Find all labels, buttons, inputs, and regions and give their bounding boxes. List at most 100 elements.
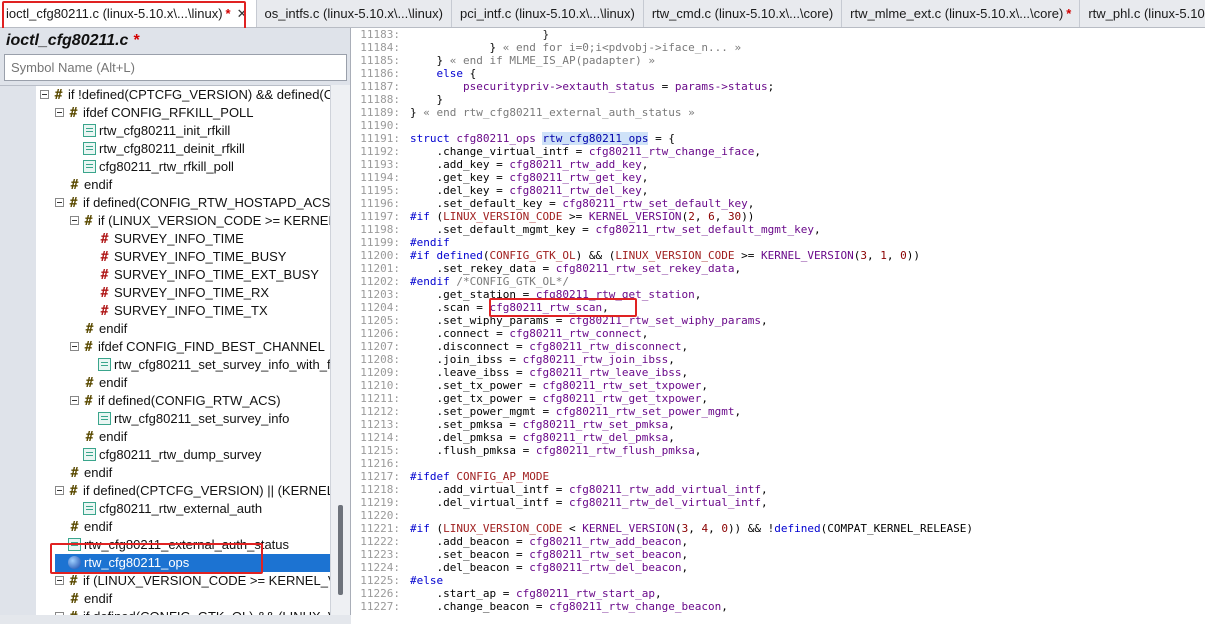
tab-rtw-mlme-ext[interactable]: rtw_mlme_ext.c (linux-5.10.x\...\core) * [842, 0, 1081, 27]
symbol-search-input[interactable] [4, 54, 347, 81]
code-line[interactable]: 11198: .set_default_mgmt_key = cfg80211_… [352, 223, 820, 236]
tree-item[interactable]: # if (LINUX_VERSION_CODE >= KERNEL_VERSIO… [70, 212, 331, 230]
code-line[interactable]: 11184: } « end for i=0;i<pdvobj->iface_n… [352, 41, 741, 54]
code-line[interactable]: 11201: .set_rekey_data = cfg80211_rtw_se… [352, 262, 741, 275]
code-line[interactable]: 11226: .start_ap = cfg80211_rtw_start_ap… [352, 587, 661, 600]
code-line[interactable]: 11192: .change_virtual_intf = cfg80211_r… [352, 145, 761, 158]
scrollbar-thumb[interactable] [338, 505, 343, 595]
tree-item[interactable]: rtw_cfg80211_set_survey_info_with_find_b… [85, 356, 331, 374]
tree-item[interactable]: rtw_cfg80211_set_survey_info [85, 410, 289, 428]
close-icon[interactable]: ✕ [237, 6, 248, 21]
code-line[interactable]: 11224: .del_beacon = cfg80211_rtw_del_be… [352, 561, 688, 574]
tree-item[interactable]: # endif [55, 590, 113, 608]
tree-item[interactable]: # endif [55, 464, 113, 482]
code-line[interactable]: 11212: .set_power_mgmt = cfg80211_rtw_se… [352, 405, 741, 418]
code-line[interactable]: 11188: } [352, 93, 443, 106]
code-line[interactable]: 11219: .del_virtual_intf = cfg80211_rtw_… [352, 496, 767, 509]
code-line[interactable]: 11199: #endif [352, 236, 450, 249]
code-line[interactable]: 11206: .connect = cfg80211_rtw_connect, [352, 327, 648, 340]
tree-item[interactable]: rtw_cfg80211_external_auth_status [55, 536, 289, 554]
code-line[interactable]: 11186: else { [352, 67, 476, 80]
code-line[interactable]: 11222: .add_beacon = cfg80211_rtw_add_be… [352, 535, 688, 548]
tab-rtw-phl[interactable]: rtw_phl.c (linux-5.10.x\...\core) [1080, 0, 1205, 27]
tree-item[interactable]: #if defined(CONFIG_GTK_OL) && (LINUX_VER… [55, 608, 331, 615]
tree-item[interactable]: # if defined(CPTCFG_VERSION) || (KERNEL_V… [55, 482, 331, 500]
tree-item[interactable]: rtw_cfg80211_deinit_rfkill [70, 140, 245, 158]
code-editor[interactable]: 11183: } 11184: } « end for i=0;i<pdvobj-… [352, 28, 1205, 624]
tree-item[interactable]: # SURVEY_INFO_TIME_BUSY [85, 248, 287, 266]
tree-item-label: rtw_cfg80211_ops [84, 555, 190, 570]
code-line[interactable]: 11191: struct cfg80211_ops rtw_cfg80211_o… [352, 132, 675, 145]
tab-rtw-cmd[interactable]: rtw_cmd.c (linux-5.10.x\...\core) [644, 0, 843, 27]
code-line[interactable]: 11189:} « end rtw_cfg80211_external_auth… [352, 106, 695, 119]
code-line[interactable]: 11200: #if defined(CONFIG_GTK_OL) && (LIN… [352, 249, 920, 262]
tab-os-intfs[interactable]: os_intfs.c (linux-5.10.x\...\linux) [257, 0, 452, 27]
code-line[interactable]: 11221: #if (LINUX_VERSION_CODE < KERNEL_V… [352, 522, 973, 535]
collapse-toggle-icon[interactable] [55, 108, 64, 118]
tree-item[interactable]: # SURVEY_INFO_TIME_TX [85, 302, 268, 320]
tree-item-selected[interactable]: rtw_cfg80211_ops [55, 554, 331, 572]
code-line[interactable]: 11227: .change_beacon = cfg80211_rtw_cha… [352, 600, 728, 613]
code-line[interactable]: 11216: [352, 457, 410, 470]
code-line[interactable]: 11193: .add_key = cfg80211_rtw_add_key, [352, 158, 648, 171]
code-line[interactable]: 11195: .del_key = cfg80211_rtw_del_key, [352, 184, 648, 197]
code-line[interactable]: 11187: psecuritypriv->extauth_status = p… [352, 80, 774, 93]
code-line[interactable]: 11218: .add_virtual_intf = cfg80211_rtw_… [352, 483, 767, 496]
tab-pci-intf[interactable]: pci_intf.c (linux-5.10.x\...\linux) [452, 0, 644, 27]
collapse-toggle-icon[interactable] [55, 486, 64, 496]
code-line[interactable]: 11225: #else [352, 574, 443, 587]
collapse-toggle-icon[interactable] [70, 216, 79, 226]
tree-item[interactable]: # endif [70, 320, 128, 338]
tree-item[interactable]: # SURVEY_INFO_TIME_RX [85, 284, 270, 302]
code-line[interactable]: 11197: #if (LINUX_VERSION_CODE >= KERNEL_… [352, 210, 754, 223]
tree-scrollbar[interactable] [330, 85, 350, 615]
code-line[interactable]: 11213: .set_pmksa = cfg80211_rtw_set_pmk… [352, 418, 675, 431]
code-line[interactable]: 11190: [352, 119, 410, 132]
collapse-toggle-icon[interactable] [40, 90, 49, 100]
tab-ioctl-cfg80211[interactable]: ioctl_cfg80211.c (linux-5.10.x\...\linux… [0, 0, 257, 27]
tree-item[interactable]: # endif [55, 176, 113, 194]
code-line[interactable]: 11215: .flush_pmksa = cfg80211_rtw_flush… [352, 444, 701, 457]
tree-item[interactable]: # ifdef CONFIG_RFKILL_POLL [55, 104, 254, 122]
tree-item[interactable]: cfg80211_rtw_external_auth [70, 500, 262, 518]
tree-item[interactable]: # if defined(CONFIG_RTW_ACS) [70, 392, 281, 410]
code-line[interactable]: 11185: } « end if MLME_IS_AP(padapter) » [352, 54, 655, 67]
collapse-toggle-icon[interactable] [70, 342, 79, 352]
tree-item[interactable]: # ifdef CONFIG_FIND_BEST_CHANNEL [70, 338, 325, 356]
code-line[interactable]: 11211: .get_tx_power = cfg80211_rtw_get_… [352, 392, 708, 405]
code-text: .leave_ibss = cfg80211_rtw_leave_ibss, [410, 366, 689, 379]
code-line[interactable]: 11196: .set_default_key = cfg80211_rtw_s… [352, 197, 754, 210]
code-line[interactable]: 11203: .get_station = cfg80211_rtw_get_s… [352, 288, 701, 301]
code-line[interactable]: 11217: #ifdef CONFIG_AP_MODE [352, 470, 549, 483]
code-line[interactable]: 11210: .set_tx_power = cfg80211_rtw_set_… [352, 379, 708, 392]
tree-item[interactable]: # if defined(CONFIG_RTW_HOSTAPD_ACS) && d… [55, 194, 331, 212]
code-line[interactable]: 11223: .set_beacon = cfg80211_rtw_set_be… [352, 548, 688, 561]
code-line[interactable]: 11209: .leave_ibss = cfg80211_rtw_leave_… [352, 366, 688, 379]
code-line[interactable]: 11194: .get_key = cfg80211_rtw_get_key, [352, 171, 648, 184]
tree-item[interactable]: # if (LINUX_VERSION_CODE >= KERNEL_VERSIO… [55, 572, 331, 590]
code-line[interactable]: 11220: [352, 509, 410, 522]
code-line[interactable]: 11205: .set_wiphy_params = cfg80211_rtw_… [352, 314, 767, 327]
code-line[interactable]: 11183: } [352, 28, 549, 41]
code-line[interactable]: 11204: .scan = cfg80211_rtw_scan, [352, 301, 608, 314]
code-line[interactable]: 11202: #endif /*CONFIG_GTK_OL*/ [352, 275, 569, 288]
tree-item[interactable]: cfg80211_rtw_rfkill_poll [70, 158, 234, 176]
collapse-toggle-icon[interactable] [55, 576, 64, 586]
code-line[interactable]: 11208: .join_ibss = cfg80211_rtw_join_ib… [352, 353, 675, 366]
code-line[interactable]: 11214: .del_pmksa = cfg80211_rtw_del_pmk… [352, 431, 675, 444]
code-line[interactable]: 11207: .disconnect = cfg80211_rtw_discon… [352, 340, 688, 353]
tab-label: ioctl_cfg80211.c (linux-5.10.x\...\linux… [6, 6, 223, 21]
line-number: 11221: [360, 522, 400, 535]
collapse-toggle-icon[interactable] [55, 198, 64, 208]
tree-item[interactable]: # if !defined(CPTCFG_VERSION) && defined(… [40, 86, 331, 104]
tree-item[interactable]: # endif [55, 518, 113, 536]
tree-item[interactable]: # endif [70, 374, 128, 392]
tree-item[interactable]: cfg80211_rtw_dump_survey [70, 446, 261, 464]
code-text: .flush_pmksa = cfg80211_rtw_flush_pmksa, [410, 444, 702, 457]
tree-item[interactable]: rtw_cfg80211_init_rfkill [70, 122, 230, 140]
collapse-toggle-icon[interactable] [70, 396, 79, 406]
tree-item[interactable]: # SURVEY_INFO_TIME_EXT_BUSY [85, 266, 319, 284]
line-number: 11218: [360, 483, 400, 496]
tree-item[interactable]: # endif [70, 428, 128, 446]
tree-item[interactable]: # SURVEY_INFO_TIME [85, 230, 244, 248]
